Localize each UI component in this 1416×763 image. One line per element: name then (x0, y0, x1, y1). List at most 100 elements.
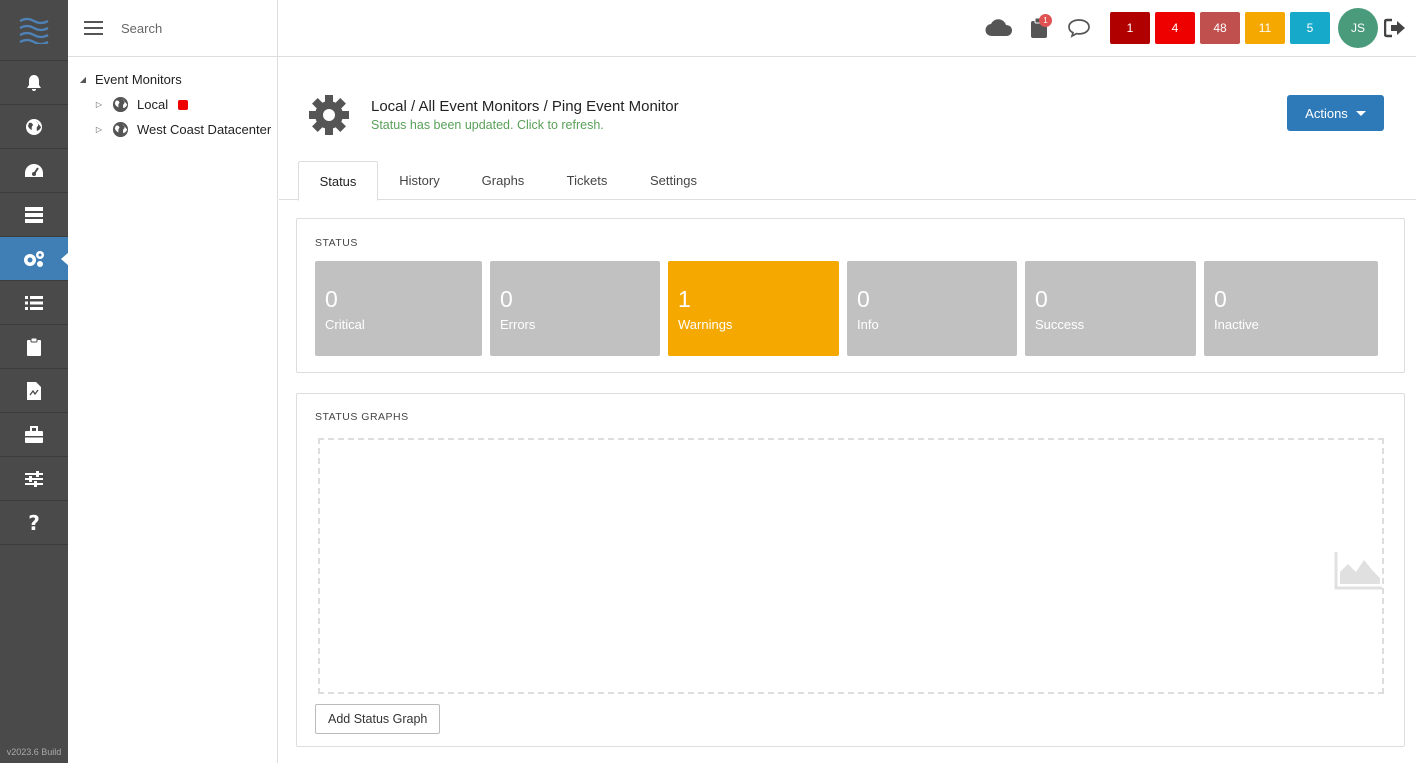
clipboard-icon (27, 337, 41, 356)
tasks-button[interactable]: 1 (1019, 8, 1059, 48)
tab-graphs[interactable]: Graphs (469, 161, 537, 200)
globe-icon (26, 118, 42, 135)
logout-icon (1384, 18, 1405, 38)
top-bar: 1 1 4 48 11 5 JS (278, 0, 1416, 57)
tree-toolbar (68, 0, 277, 57)
count-critical[interactable]: 1 (1110, 12, 1150, 44)
add-status-graph-button[interactable]: Add Status Graph (315, 704, 441, 734)
tile-label: Warnings (678, 317, 733, 332)
tile-success[interactable]: 0 Success (1025, 261, 1196, 356)
nav-tools[interactable] (0, 413, 68, 457)
tile-value: 0 (1035, 286, 1048, 312)
actions-dropdown-button[interactable]: Actions (1287, 95, 1384, 131)
tab-status[interactable]: Status (298, 161, 378, 201)
logout-button[interactable] (1378, 8, 1412, 48)
graphs-panel-title: STATUS GRAPHS (315, 411, 409, 423)
tile-value: 0 (500, 286, 513, 312)
tile-label: Info (857, 317, 879, 332)
nav-help[interactable]: ? (0, 501, 68, 545)
area-chart-icon (1334, 552, 1382, 590)
nav-network[interactable] (0, 105, 68, 149)
nav-list[interactable] (0, 281, 68, 325)
count-errors[interactable]: 4 (1155, 12, 1195, 44)
globe-icon (112, 121, 129, 138)
tree-search-input[interactable] (121, 20, 251, 36)
count-value: 11 (1258, 21, 1272, 35)
tile-label: Inactive (1214, 317, 1259, 332)
count-value: 1 (1126, 21, 1134, 35)
dashboard-icon (25, 163, 43, 177)
tree-list: ◢ Event Monitors ▷ Local ▷ West Coast Da… (68, 57, 277, 142)
sliders-icon (25, 470, 43, 487)
hamburger-menu-icon[interactable] (84, 21, 103, 35)
left-nav-rail: ? v2023.6 Build (0, 0, 69, 763)
status-panel: STATUS 0 Critical 0 Errors 1 Warnings 0 … (296, 218, 1405, 373)
list-icon (25, 295, 43, 310)
waves-logo-icon (19, 17, 49, 44)
report-icon (27, 381, 41, 400)
cloud-button[interactable] (979, 8, 1019, 48)
tree-node-label: Local (137, 97, 169, 112)
refresh-status-link[interactable]: Status has been updated. Click to refres… (371, 118, 679, 132)
notification-badge: 1 (1039, 14, 1052, 27)
tile-critical[interactable]: 0 Critical (315, 261, 482, 356)
cloud-icon (985, 19, 1013, 37)
count-value: 5 (1306, 21, 1314, 35)
user-avatar[interactable]: JS (1338, 8, 1378, 48)
nav-servers[interactable] (0, 193, 68, 237)
nav-tickets[interactable] (0, 325, 68, 369)
chat-bubble-icon (1068, 19, 1090, 38)
tile-value: 0 (325, 286, 338, 312)
nav-reports[interactable] (0, 369, 68, 413)
bell-icon (27, 74, 41, 91)
tab-bar: Status History Graphs Tickets Settings (279, 161, 1416, 201)
server-icon (25, 206, 43, 223)
monitor-tree-panel: ◢ Event Monitors ▷ Local ▷ West Coast Da… (68, 0, 278, 763)
nav-alerts[interactable] (0, 61, 68, 105)
tab-settings[interactable]: Settings (636, 161, 711, 200)
tile-inactive[interactable]: 0 Inactive (1204, 261, 1378, 356)
count-value: 4 (1171, 21, 1179, 35)
tile-label: Success (1035, 317, 1085, 332)
expand-caret-icon[interactable]: ▷ (92, 100, 106, 109)
count-major[interactable]: 48 (1200, 12, 1240, 44)
tile-label: Critical (325, 317, 365, 332)
help-icon: ? (28, 510, 40, 535)
count-warnings[interactable]: 11 (1245, 12, 1285, 44)
graph-drop-area[interactable] (318, 438, 1384, 694)
nav-settings[interactable] (0, 457, 68, 501)
collapse-caret-icon[interactable]: ◢ (76, 75, 90, 84)
main-content: Local / All Event Monitors / Ping Event … (279, 57, 1416, 763)
gears-icon (24, 250, 44, 267)
version-label: v2023.6 Build (6, 747, 62, 757)
page-header: Local / All Event Monitors / Ping Event … (307, 93, 679, 137)
tree-node-label: West Coast Datacenter (137, 122, 272, 137)
tree-node-local[interactable]: ▷ Local (76, 92, 277, 117)
tree-root-label: Event Monitors (95, 72, 182, 87)
globe-icon (112, 96, 129, 113)
status-graphs-panel: STATUS GRAPHS Add Status Graph (296, 393, 1405, 747)
tile-warnings[interactable]: 1 Warnings (668, 261, 839, 356)
nav-event-monitors[interactable] (0, 237, 69, 281)
critical-status-indicator (178, 99, 189, 110)
tile-label: Errors (500, 317, 536, 332)
gear-icon (309, 95, 349, 135)
caret-down-icon (1355, 110, 1366, 116)
count-info[interactable]: 5 (1290, 12, 1330, 44)
app-logo[interactable] (0, 0, 68, 61)
tree-node-west-coast[interactable]: ▷ West Coast Datacenter (76, 117, 277, 142)
expand-caret-icon[interactable]: ▷ (92, 125, 106, 134)
toolbox-icon (25, 425, 43, 443)
tile-value: 1 (678, 286, 691, 312)
actions-label: Actions (1305, 105, 1348, 121)
tile-value: 0 (857, 286, 870, 312)
tree-root[interactable]: ◢ Event Monitors (76, 67, 277, 92)
tab-history[interactable]: History (382, 161, 457, 200)
breadcrumb: Local / All Event Monitors / Ping Event … (371, 98, 679, 115)
nav-dashboard[interactable] (0, 149, 68, 193)
tile-value: 0 (1214, 286, 1227, 312)
tile-info[interactable]: 0 Info (847, 261, 1017, 356)
chat-button[interactable] (1059, 8, 1099, 48)
tab-tickets[interactable]: Tickets (551, 161, 623, 200)
tile-errors[interactable]: 0 Errors (490, 261, 660, 356)
